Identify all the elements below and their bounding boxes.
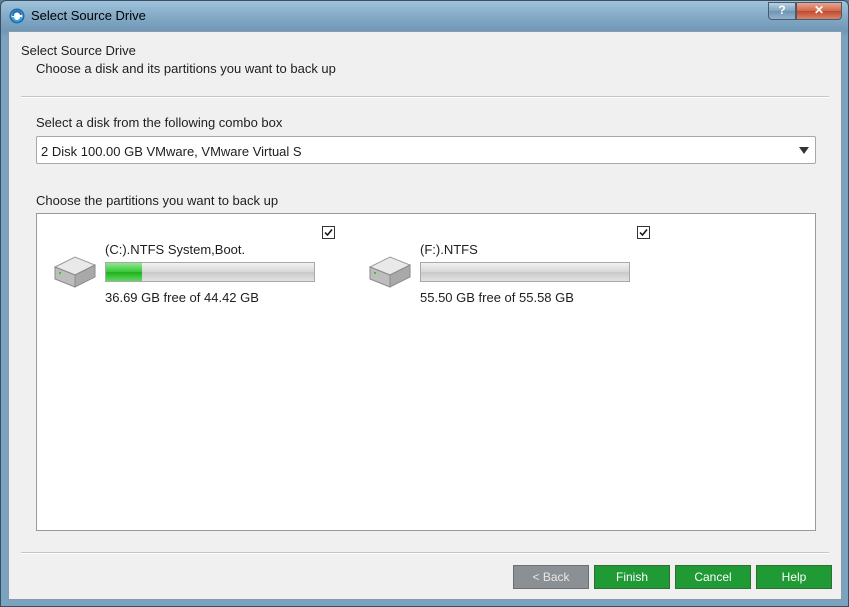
help-caption-button[interactable]: ? [768,2,796,20]
partition-name: (F:).NTFS [420,242,478,257]
help-button[interactable]: Help [756,565,832,589]
partitions-label: Choose the partitions you want to back u… [36,193,279,208]
usage-bar [105,262,315,282]
dialog-body: Select Source Drive Choose a disk and it… [8,31,842,600]
title-bar[interactable]: Select Source Drive ? ✕ [1,1,848,31]
usage-bar-fill [106,263,143,281]
page-title: Select Source Drive [21,43,136,58]
partition-checkbox[interactable] [637,226,650,239]
disk-select-label: Select a disk from the following combo b… [36,115,283,130]
header-divider [21,96,829,98]
partition-free-space: 36.69 GB free of 44.42 GB [105,290,259,305]
partition-checkbox[interactable] [322,226,335,239]
check-icon [639,229,648,237]
partition-item-c[interactable]: (C:).NTFS System,Boot. 36.69 GB free of … [37,214,337,314]
partition-name: (C:).NTFS System,Boot. [105,242,246,257]
finish-button[interactable]: Finish [594,565,670,589]
hard-drive-icon [53,256,97,288]
partitions-panel: (C:).NTFS System,Boot. 36.69 GB free of … [36,213,816,531]
dialog-window: Select Source Drive ? ✕ Select Source Dr… [0,0,849,607]
back-button[interactable]: < Back [513,565,589,589]
disk-combo-value: 2 Disk 100.00 GB VMware, VMware Virtual … [41,144,302,159]
dropdown-arrow-icon[interactable] [799,147,809,154]
disk-combo-box[interactable]: 2 Disk 100.00 GB VMware, VMware Virtual … [36,136,816,164]
footer-divider [21,552,829,554]
check-icon [324,229,333,237]
window-title: Select Source Drive [31,8,146,23]
cancel-button[interactable]: Cancel [675,565,751,589]
partition-item-f[interactable]: (F:).NTFS 55.50 GB free of 55.58 GB [352,214,652,314]
usage-bar [420,262,630,282]
close-button[interactable]: ✕ [796,2,842,20]
app-logo-icon [9,8,25,24]
hard-drive-icon [368,256,412,288]
page-subtitle: Choose a disk and its partitions you wan… [36,61,336,76]
partition-free-space: 55.50 GB free of 55.58 GB [420,290,574,305]
